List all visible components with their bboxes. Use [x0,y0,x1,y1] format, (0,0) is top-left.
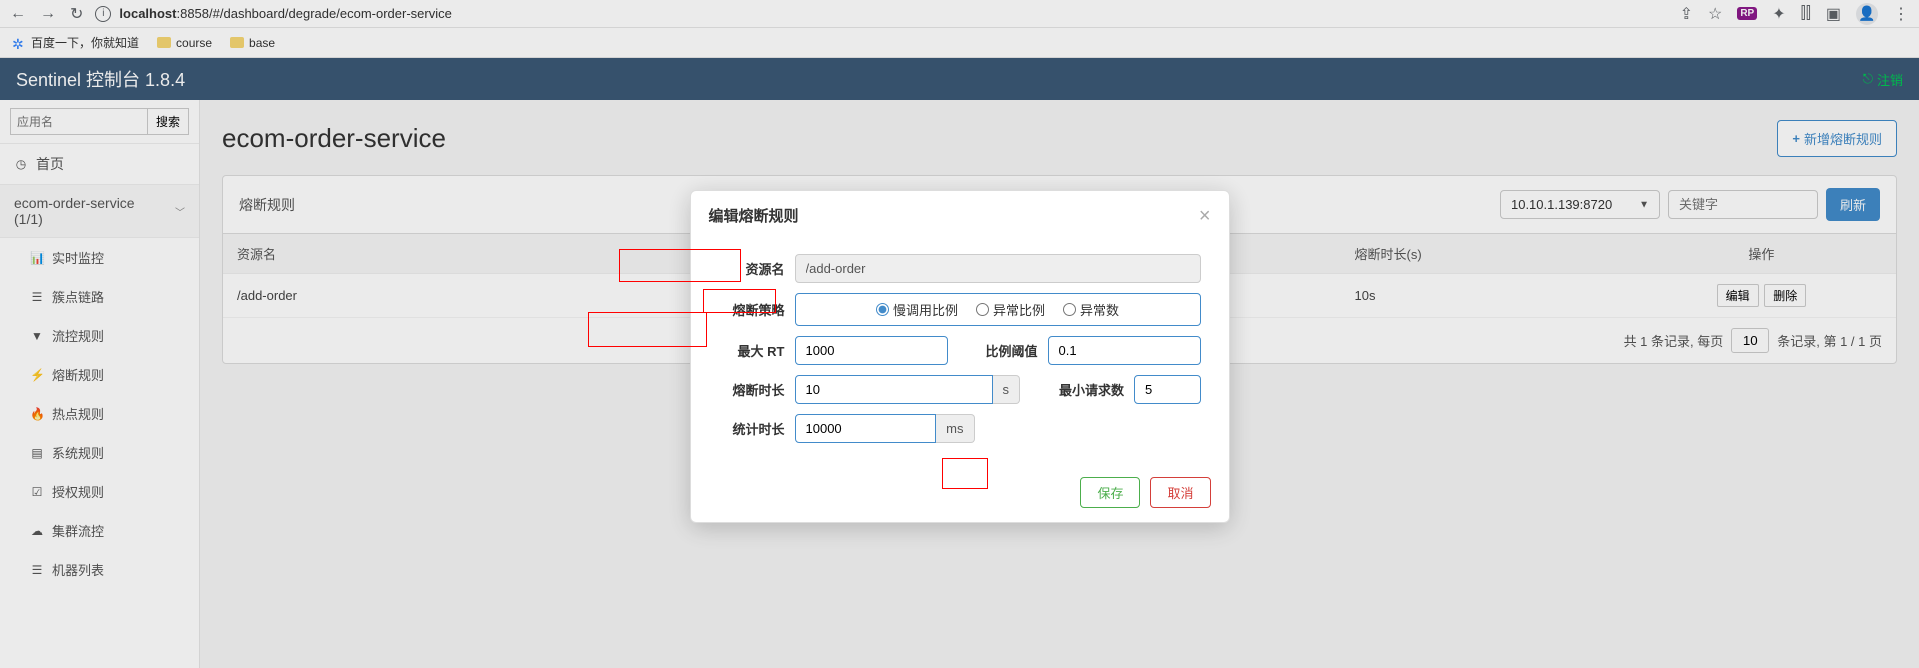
strategy-radio-group: 慢调用比例 异常比例 异常数 [795,293,1201,326]
ratio-input[interactable] [1048,336,1201,365]
radio-slow-ratio[interactable]: 慢调用比例 [876,300,958,319]
radio-error-ratio[interactable]: 异常比例 [976,300,1045,319]
radio-label: 异常数 [1080,300,1119,319]
label-minreq: 最小请求数 [1044,380,1134,399]
radio-label: 异常比例 [993,300,1045,319]
edit-rule-modal: 编辑熔断规则 × 资源名 熔断策略 慢调用比例 异常比例 异常数 [690,190,1230,523]
cancel-button[interactable]: 取消 [1150,477,1210,508]
save-button[interactable]: 保存 [1080,477,1140,508]
modal-overlay: 编辑熔断规则 × 资源名 熔断策略 慢调用比例 异常比例 异常数 [0,0,1919,668]
stat-unit: ms [936,414,974,443]
close-icon[interactable]: × [1199,206,1211,226]
modal-title: 编辑熔断规则 [709,205,799,226]
resource-input [795,254,1201,283]
label-maxrt: 最大 RT [719,341,795,360]
stat-input[interactable] [795,414,937,443]
radio-label: 慢调用比例 [893,300,958,319]
label-resource: 资源名 [719,259,795,278]
label-ratio: 比例阈值 [972,341,1048,360]
duration-input[interactable] [795,375,993,404]
duration-unit: s [993,375,1021,404]
label-duration: 熔断时长 [719,380,795,399]
radio-error-count[interactable]: 异常数 [1063,300,1119,319]
minreq-input[interactable] [1134,375,1201,404]
label-strategy: 熔断策略 [719,300,795,319]
maxrt-input[interactable] [795,336,948,365]
label-stat: 统计时长 [719,419,795,438]
